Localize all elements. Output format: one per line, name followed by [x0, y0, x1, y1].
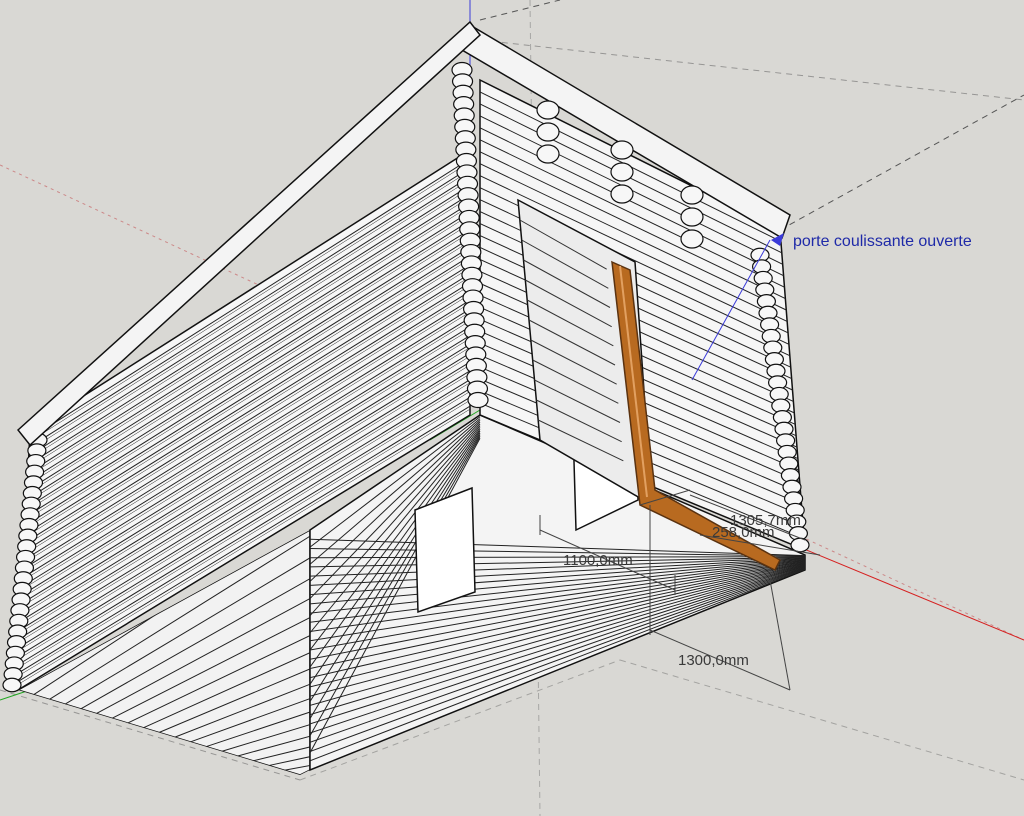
model-canvas[interactable]: 1100,0mm 1300,0mm 1305,7mm 258,0mm porte…: [0, 0, 1024, 816]
dim-depth-text: 1300,0mm: [678, 652, 749, 669]
window-left: [414, 486, 476, 614]
dim-top-b-text: 258,0mm: [712, 524, 775, 541]
door-label-text: porte coulissante ouverte: [793, 233, 972, 250]
door-label[interactable]: porte coulissante ouverte: [771, 233, 972, 250]
dim-width-text: 1100,0mm: [563, 552, 633, 569]
sketchup-3d-viewport[interactable]: 1100,0mm 1300,0mm 1305,7mm 258,0mm porte…: [0, 0, 1024, 816]
